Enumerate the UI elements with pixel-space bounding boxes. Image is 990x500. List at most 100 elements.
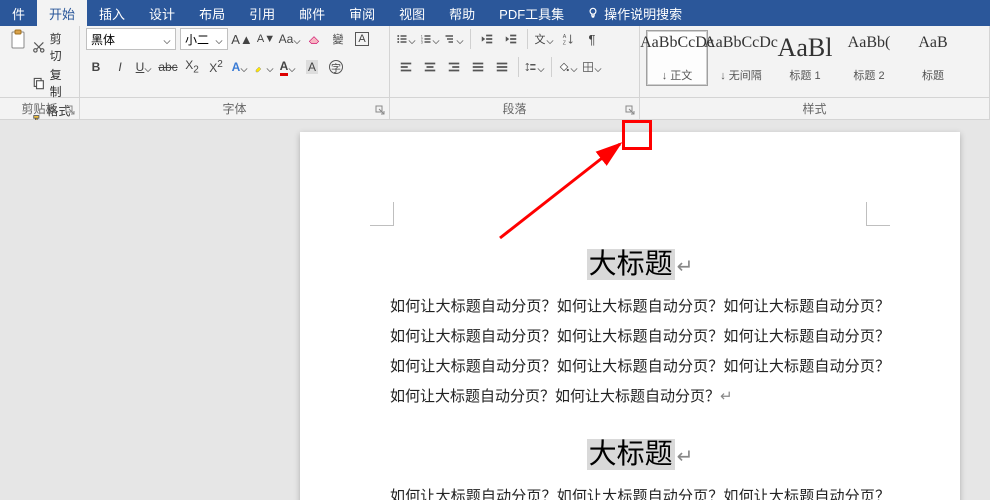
paragraph-mark-icon: ↵ <box>677 446 694 468</box>
font-dialog-launcher[interactable] <box>373 103 387 117</box>
group-font: 黑体 小二 A▲ A▼ Aa 變 A B I <box>80 26 390 97</box>
sort-icon: AZ <box>561 32 575 46</box>
tab-help[interactable]: 帮助 <box>437 0 487 26</box>
outdent-icon <box>480 32 494 46</box>
multilevel-list-button[interactable] <box>444 28 464 50</box>
tab-review[interactable]: 审阅 <box>337 0 387 26</box>
distribute-icon <box>495 60 509 74</box>
style-card-4[interactable]: AaB 标题 <box>902 30 964 86</box>
tab-pdf-tools[interactable]: PDF工具集 <box>487 0 576 26</box>
clipboard-dialog-launcher[interactable] <box>63 103 77 117</box>
distribute-button[interactable] <box>492 56 512 78</box>
enclose-characters-button[interactable]: 字 <box>326 56 346 78</box>
paragraph-text: 如何让大标题自动分页？如何让大标题自动分页？如何让大标题自动分页？如何让大标题自… <box>390 489 890 500</box>
character-border-button[interactable]: A <box>352 28 372 50</box>
group-label-font: 字体 <box>80 98 390 119</box>
paragraph-dialog-launcher[interactable] <box>623 103 637 117</box>
style-preview: AaBbCcDc <box>704 35 778 51</box>
numbering-button[interactable]: 123 <box>420 28 440 50</box>
justify-button[interactable] <box>468 56 488 78</box>
style-label: ↓ 无间隔 <box>720 67 762 83</box>
text-effects-button[interactable]: A <box>230 56 250 78</box>
paragraph-mark-icon: ↵ <box>720 389 733 405</box>
increase-indent-button[interactable] <box>501 28 521 50</box>
tab-references[interactable]: 引用 <box>237 0 287 26</box>
tell-me-search[interactable]: 操作说明搜索 <box>576 0 692 26</box>
ribbon: 剪切 复制 格式刷 黑体 <box>0 26 990 98</box>
grow-font-button[interactable]: A▲ <box>232 28 252 50</box>
align-center-button[interactable] <box>420 56 440 78</box>
phonetic-guide-button[interactable]: 變 <box>328 28 348 50</box>
align-right-icon <box>447 60 461 74</box>
group-label-clipboard: 剪贴板 <box>0 98 80 119</box>
font-name-combo[interactable]: 黑体 <box>86 28 176 50</box>
cut-button[interactable]: 剪切 <box>32 30 73 64</box>
eraser-icon <box>307 32 321 46</box>
change-case-button[interactable]: Aa <box>280 28 300 50</box>
style-card-2[interactable]: AaBl标题 1 <box>774 30 836 86</box>
align-left-button[interactable] <box>396 56 416 78</box>
separator <box>518 57 519 77</box>
tab-home[interactable]: 开始 <box>37 0 87 26</box>
underline-button[interactable]: U <box>134 56 154 78</box>
document-paragraph-1[interactable]: 如何让大标题自动分页？如何让大标题自动分页？如何让大标题自动分页？如何让大标题自… <box>390 292 890 412</box>
character-shading-button[interactable]: A <box>302 56 322 78</box>
font-size-combo[interactable]: 小二 <box>180 28 228 50</box>
clear-formatting-button[interactable] <box>304 28 324 50</box>
highlight-button[interactable] <box>254 56 274 78</box>
tab-design[interactable]: 设计 <box>137 0 187 26</box>
style-preview: AaB <box>918 35 947 51</box>
font-name-value: 黑体 <box>91 31 115 48</box>
document-heading-2[interactable]: 大标题↵ <box>390 432 890 472</box>
style-card-3[interactable]: AaBb(标题 2 <box>838 30 900 86</box>
document-area[interactable]: 大标题↵ 如何让大标题自动分页？如何让大标题自动分页？如何让大标题自动分页？如何… <box>0 120 990 500</box>
bullets-button[interactable] <box>396 28 416 50</box>
tab-insert[interactable]: 插入 <box>87 0 137 26</box>
borders-icon <box>582 60 594 74</box>
separator <box>527 29 528 49</box>
shading-button[interactable] <box>558 56 578 78</box>
style-label: 标题 1 <box>789 67 820 83</box>
indent-icon <box>504 32 518 46</box>
line-spacing-button[interactable] <box>525 56 545 78</box>
bold-button[interactable]: B <box>86 56 106 78</box>
style-label: ↓ 正文 <box>662 67 693 83</box>
heading-text: 大标题 <box>587 439 675 470</box>
tab-view[interactable]: 视图 <box>387 0 437 26</box>
sort-button[interactable]: AZ <box>558 28 578 50</box>
show-marks-button[interactable]: ¶ <box>582 28 602 50</box>
style-card-1[interactable]: AaBbCcDc↓ 无间隔 <box>710 30 772 86</box>
superscript-button[interactable]: X2 <box>206 56 226 78</box>
align-left-icon <box>399 60 413 74</box>
paragraph-mark-icon: ↵ <box>677 256 694 278</box>
tab-layout[interactable]: 布局 <box>187 0 237 26</box>
justify-icon <box>471 60 485 74</box>
annotation-arrow <box>490 138 640 248</box>
shrink-font-button[interactable]: A▼ <box>256 28 276 50</box>
document-heading-1[interactable]: 大标题↵ <box>390 242 890 282</box>
copy-label: 复制 <box>50 66 73 100</box>
group-styles: AaBbCcDc↓ 正文AaBbCcDc↓ 无间隔AaBl标题 1AaBb(标题… <box>640 26 990 97</box>
document-paragraph-2[interactable]: 如何让大标题自动分页？如何让大标题自动分页？如何让大标题自动分页？如何让大标题自… <box>390 482 890 500</box>
tab-file-partial[interactable]: 件 <box>0 0 37 26</box>
heading-text: 大标题 <box>587 249 675 280</box>
font-color-button[interactable]: A <box>278 56 298 78</box>
align-right-button[interactable] <box>444 56 464 78</box>
copy-icon <box>32 76 46 90</box>
multilevel-icon <box>444 32 456 46</box>
subscript-button[interactable]: X2 <box>182 56 202 78</box>
numbering-icon: 123 <box>420 32 432 46</box>
lightbulb-icon <box>586 6 600 20</box>
chevron-down-icon <box>215 35 223 43</box>
italic-button[interactable]: I <box>110 56 130 78</box>
copy-button[interactable]: 复制 <box>32 66 73 100</box>
group-paragraph: 123 文 AZ ¶ <box>390 26 640 97</box>
ribbon-group-labels: 剪贴板 字体 段落 样式 <box>0 98 990 120</box>
tab-mailings[interactable]: 邮件 <box>287 0 337 26</box>
style-card-0[interactable]: AaBbCcDc↓ 正文 <box>646 30 708 86</box>
asian-layout-button[interactable]: 文 <box>534 28 554 50</box>
strikethrough-button[interactable]: abc <box>158 56 178 78</box>
borders-button[interactable] <box>582 56 602 78</box>
decrease-indent-button[interactable] <box>477 28 497 50</box>
style-label: 标题 <box>922 67 944 83</box>
